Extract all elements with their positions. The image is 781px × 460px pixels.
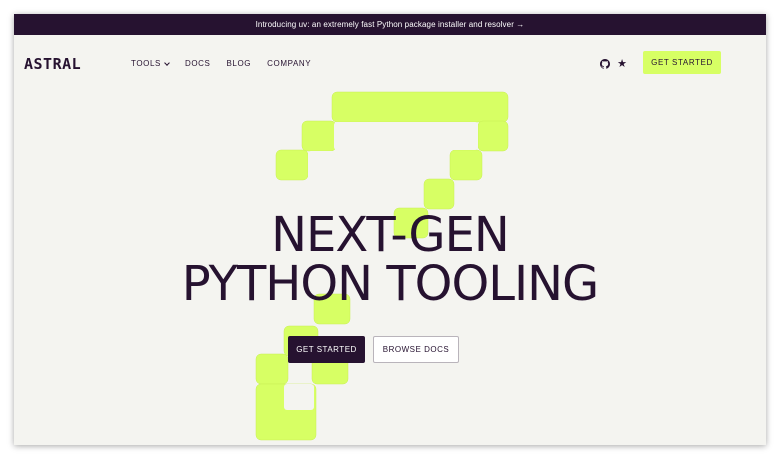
chevron-down-icon [164,59,170,66]
hero-get-started-button[interactable]: GET STARTED [288,336,365,363]
astral-logo[interactable]: ASTRAL [24,57,81,72]
hero-line-2: PYTHON TOOLING [181,256,599,312]
star-icon[interactable]: ★ [615,57,629,71]
browse-docs-button[interactable]: BROWSE DOCS [373,336,459,363]
nav-item-label: TOOLS [131,59,161,68]
browser-page: Introducing uv: an extremely fast Python… [14,14,766,445]
top-navigation: ASTRAL TOOLS DOCS BLOG COMPANY ★ GET STA… [14,35,766,91]
get-started-button[interactable]: GET STARTED [643,51,721,74]
nav-item-label: DOCS [184,59,211,68]
github-icon[interactable] [598,57,612,71]
hero-line-1: NEXT-GEN [271,207,510,263]
nav-item-company[interactable]: COMPANY [267,59,311,68]
nav-item-tools[interactable]: TOOLS [131,59,170,68]
main-menu: TOOLS DOCS BLOG COMPANY [131,59,311,68]
nav-item-label: BLOG [226,59,252,68]
hero-heading: NEXT-GEN PYTHON TOOLING [14,211,766,309]
nav-item-blog[interactable]: BLOG [227,59,252,68]
nav-item-docs[interactable]: DOCS [185,59,211,68]
nav-item-label: COMPANY [267,59,312,68]
